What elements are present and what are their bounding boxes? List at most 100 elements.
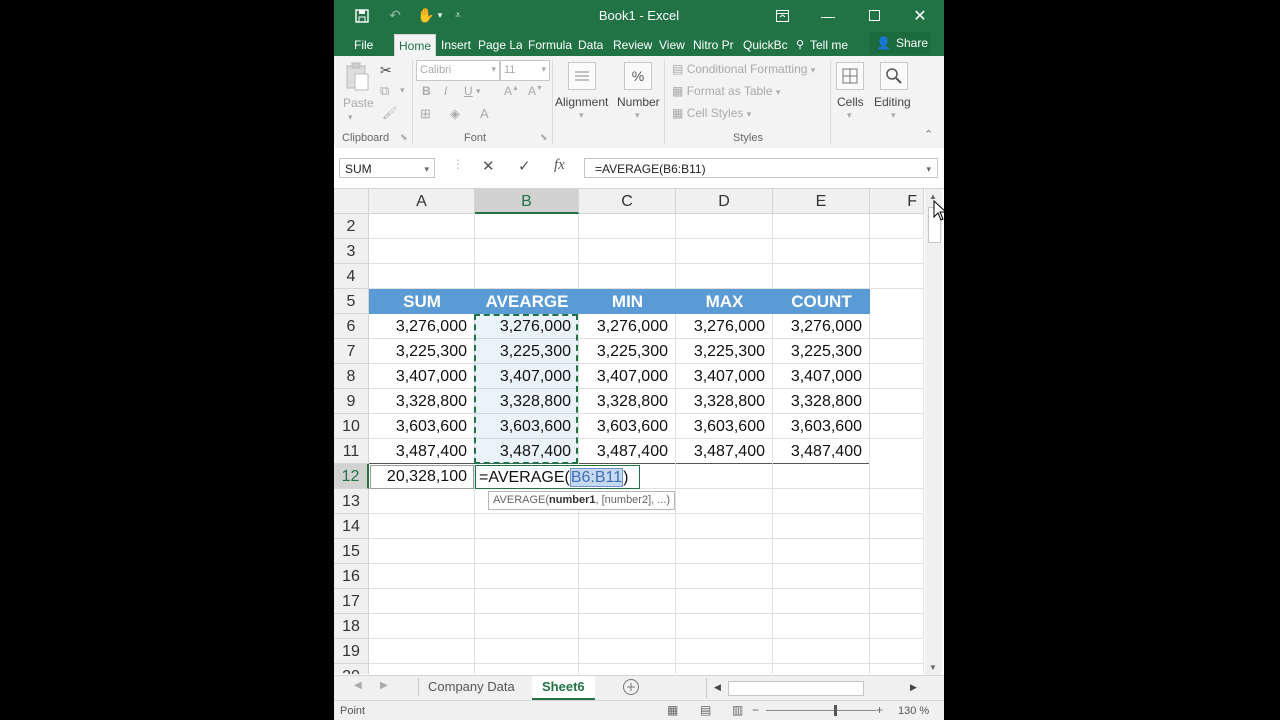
tab-insert[interactable]: Insert (441, 34, 471, 56)
table-header-count[interactable]: COUNT (773, 289, 870, 314)
table-cell[interactable]: 3,407,000 (773, 364, 870, 389)
row-header[interactable]: 3 (334, 239, 369, 264)
row-header[interactable]: 6 (334, 314, 369, 339)
copy-icon[interactable]: ⧉ (380, 83, 389, 99)
table-cell[interactable]: 3,487,400 (676, 439, 773, 464)
underline-icon[interactable]: U (464, 84, 473, 98)
table-cell[interactable]: 3,276,000 (676, 314, 773, 339)
table-cell[interactable]: 3,328,800 (676, 389, 773, 414)
font-color-icon[interactable]: A (480, 106, 489, 121)
chevron-down-icon[interactable]: ▾ (348, 112, 353, 123)
scroll-left-icon[interactable]: ◀ (354, 680, 362, 691)
table-cell[interactable]: 3,603,600 (579, 414, 676, 439)
italic-icon[interactable]: I (444, 84, 447, 98)
paste-button[interactable]: Paste (343, 96, 374, 110)
share-button[interactable]: 👤 Share (870, 32, 930, 54)
row-header[interactable]: 4 (334, 264, 369, 289)
formula-input[interactable]: =AVERAGE(B6:B11) ▾ (584, 158, 938, 178)
sheet-tab-sheet6[interactable]: Sheet6 (532, 676, 595, 700)
row-header[interactable]: 12 (334, 464, 369, 489)
tab-page-layout[interactable]: Page La (478, 34, 522, 56)
decrease-font-icon[interactable]: A▼ (528, 84, 543, 98)
table-cell[interactable]: 3,225,300 (773, 339, 870, 364)
chevron-down-icon[interactable]: ▾ (635, 110, 640, 121)
column-header-b[interactable]: B (475, 189, 579, 214)
table-cell[interactable]: 3,603,600 (369, 414, 475, 439)
table-cell[interactable]: 3,276,000 (369, 314, 475, 339)
table-cell[interactable]: 3,276,000 (579, 314, 676, 339)
row-header[interactable]: 9 (334, 389, 369, 414)
row-header[interactable]: 7 (334, 339, 369, 364)
format-painter-icon[interactable]: 🖌 (382, 106, 397, 120)
vertical-scrollbar[interactable]: ▲ ▼ (925, 189, 942, 675)
minimize-icon[interactable]: — (816, 0, 840, 31)
row-header[interactable]: 18 (334, 614, 369, 639)
table-cell[interactable]: 3,487,400 (579, 439, 676, 464)
table-cell[interactable]: 3,328,800 (773, 389, 870, 414)
cell-editor[interactable]: =AVERAGE(B6:B11) (475, 465, 640, 489)
row-header[interactable]: 10 (334, 414, 369, 439)
column-header-a[interactable]: A (369, 189, 475, 214)
chevron-down-icon[interactable]: ▾ (579, 110, 584, 121)
table-cell[interactable]: 3,328,800 (475, 389, 579, 414)
chevron-down-icon[interactable]: ▾ (476, 86, 481, 97)
sheet-tab-company-data[interactable]: Company Data (418, 676, 525, 698)
tab-nitro-pro[interactable]: Nitro Pr (693, 34, 737, 56)
column-header-c[interactable]: C (579, 189, 676, 214)
table-cell[interactable]: 3,487,400 (369, 439, 475, 464)
search-icon[interactable] (880, 62, 908, 93)
increase-font-icon[interactable]: A▲ (504, 84, 519, 98)
page-break-view-icon[interactable]: ▥ (732, 703, 743, 717)
tab-formulas[interactable]: Formula (528, 34, 572, 56)
table-cell[interactable]: 3,603,600 (475, 414, 579, 439)
table-cell[interactable]: 3,225,300 (579, 339, 676, 364)
column-header-d[interactable]: D (676, 189, 773, 214)
table-cell[interactable]: 3,407,000 (475, 364, 579, 389)
hscroll-left-icon[interactable]: ◀ (714, 682, 721, 693)
table-cell[interactable]: 3,603,600 (676, 414, 773, 439)
format-as-table-button[interactable]: ▦ Format as Table ▾ (672, 84, 780, 98)
tab-quickbooks[interactable]: QuickBc (743, 34, 788, 56)
table-cell[interactable]: 3,328,800 (369, 389, 475, 414)
font-name-box[interactable]: Calibri ▾ (416, 60, 500, 81)
row-header[interactable]: 2 (334, 214, 369, 239)
fill-color-icon[interactable]: ◈ (450, 106, 460, 122)
table-cell[interactable]: 3,225,300 (475, 339, 579, 364)
insert-function-icon[interactable]: fx (554, 157, 565, 174)
alignment-button[interactable]: Alignment (555, 95, 608, 109)
hscroll-right-icon[interactable]: ▶ (910, 682, 917, 693)
maximize-icon[interactable] (862, 0, 886, 31)
zoom-slider-handle[interactable] (834, 705, 837, 716)
row-header[interactable]: 16 (334, 564, 369, 589)
cells-icon[interactable] (836, 62, 864, 93)
cancel-entry-icon[interactable]: ✕ (482, 157, 495, 175)
conditional-formatting-button[interactable]: ▤ Conditional Formatting ▾ (672, 62, 815, 76)
spreadsheet-grid[interactable]: A B C D E F 2 3 4 5 6 7 8 9 10 11 12 13 … (334, 189, 924, 674)
row-header[interactable]: 13 (334, 489, 369, 514)
table-cell[interactable]: 3,407,000 (369, 364, 475, 389)
alignment-icon[interactable] (568, 62, 596, 93)
range-reference[interactable]: B6:B11 (569, 468, 624, 487)
sum-total-cell[interactable]: 20,328,100 (369, 464, 475, 489)
function-tooltip[interactable]: AVERAGE(number1, [number2], ...) (488, 491, 676, 510)
collapse-ribbon-icon[interactable]: ⌃ (924, 128, 933, 141)
tab-data[interactable]: Data (578, 34, 603, 56)
table-cell[interactable]: 3,328,800 (579, 389, 676, 414)
row-header[interactable]: 17 (334, 589, 369, 614)
chevron-down-icon[interactable]: ▾ (891, 110, 896, 121)
ribbon-display-icon[interactable] (770, 0, 794, 31)
row-header[interactable]: 15 (334, 539, 369, 564)
tab-file[interactable]: File (354, 34, 373, 56)
font-size-box[interactable]: 11 ▾ (500, 60, 550, 81)
tab-home[interactable]: Home (394, 34, 437, 57)
column-header-f[interactable]: F (870, 189, 924, 214)
tab-view[interactable]: View (659, 34, 685, 56)
name-box[interactable]: SUM ▾ (339, 158, 435, 178)
borders-icon[interactable]: ⊞ (420, 106, 431, 122)
zoom-in-icon[interactable]: + (876, 703, 883, 717)
paste-icon[interactable] (344, 62, 370, 95)
chevron-down-icon[interactable]: ▾ (400, 85, 405, 96)
table-cell[interactable]: 3,407,000 (676, 364, 773, 389)
dialog-launcher-icon[interactable]: ⬊ (400, 132, 408, 143)
horizontal-scroll-thumb[interactable] (728, 681, 864, 696)
